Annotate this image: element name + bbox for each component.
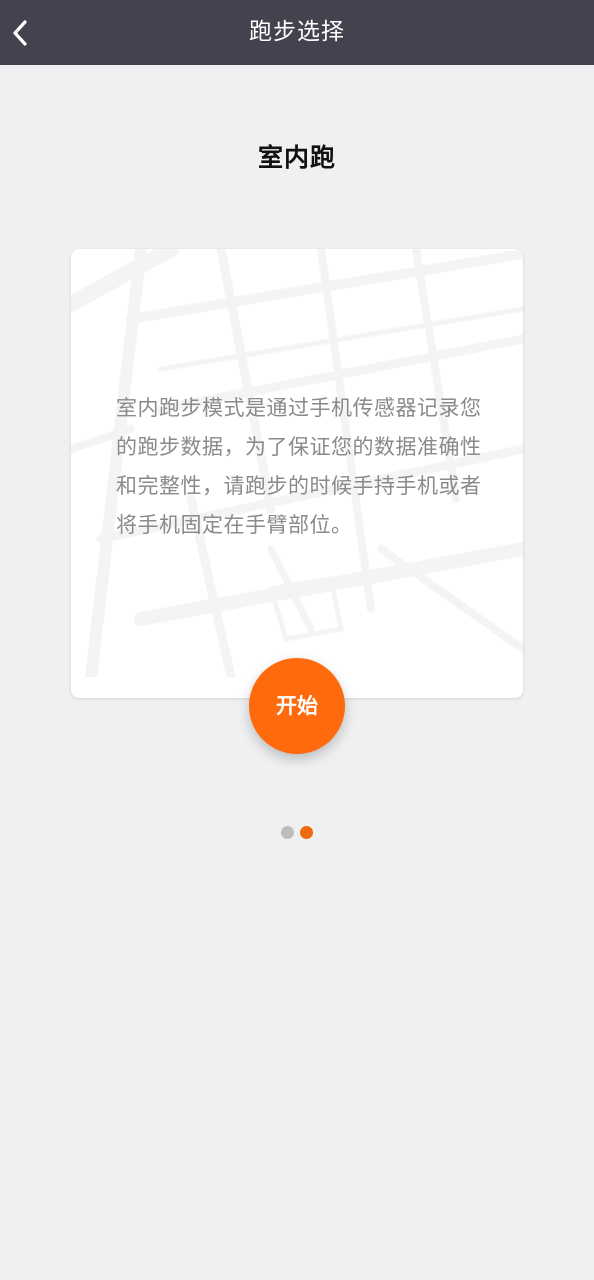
page-dot-1[interactable] (281, 826, 294, 839)
page-dot-2-active[interactable] (300, 826, 313, 839)
top-bar: 跑步选择 (0, 0, 594, 65)
start-button[interactable]: 开始 (249, 658, 345, 754)
mode-description: 室内跑步模式是通过手机传感器记录您的跑步数据，为了保证您的数据准确性和完整性，请… (116, 396, 482, 537)
mode-card[interactable]: 室内跑步模式是通过手机传感器记录您的跑步数据，为了保证您的数据准确性和完整性，请… (71, 249, 523, 698)
mode-title: 室内跑 (257, 143, 336, 172)
page-title: 跑步选择 (249, 19, 345, 45)
